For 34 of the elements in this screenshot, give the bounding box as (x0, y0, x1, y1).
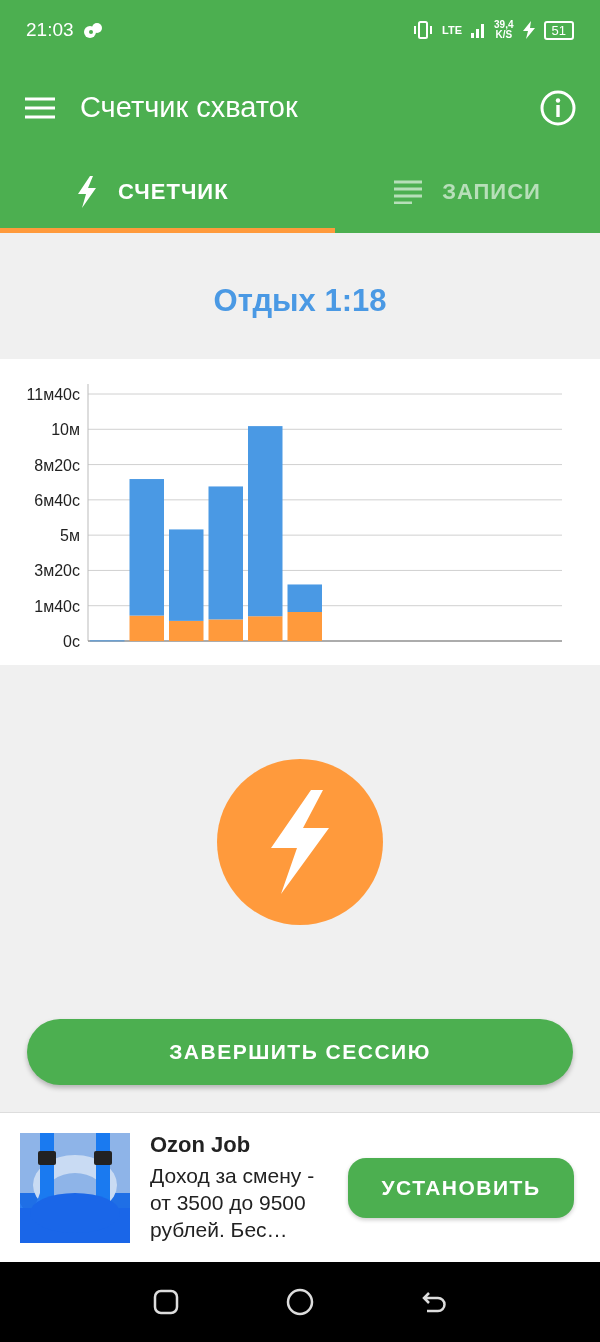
charging-icon (521, 21, 536, 39)
tab[interactable]: ЗАПИСИ (335, 155, 600, 233)
network-label: LTE (442, 24, 463, 36)
signal-icon (470, 22, 487, 38)
axis-label: 10м (51, 421, 80, 439)
axis-label: 5м (60, 527, 80, 545)
ad-title: Ozon Job (150, 1131, 252, 1158)
bar (287, 612, 322, 641)
lightning-icon (76, 175, 98, 208)
axis-label: 8м20с (34, 456, 80, 474)
app-title: Счетчик схваток (80, 91, 298, 124)
bar (287, 584, 322, 612)
notification-icon (81, 21, 104, 39)
list-icon (394, 179, 423, 204)
tab[interactable]: СЧЕТЧИК (0, 155, 335, 233)
circle-icon (286, 1288, 314, 1316)
vibrate-icon (412, 21, 435, 39)
speed-value: 39,4 (494, 20, 514, 30)
square-icon (153, 1289, 180, 1315)
axis-label: 3м20с (34, 562, 80, 580)
axis-label: 1м40с (34, 597, 80, 615)
menu-icon (24, 95, 56, 120)
axis-label: 6м40с (34, 491, 80, 509)
axis-label: 0с (63, 633, 80, 650)
rest-timer: Отдых 1:18 (213, 283, 387, 319)
speed-unit: K/S (495, 30, 513, 40)
ad-description: Доход за смену - от 3500 до 9500 рублей. Бес… (150, 1162, 316, 1244)
end-session-button[interactable]: ЗАВЕРШИТЬ СЕССИЮ (27, 1019, 573, 1085)
back-icon (420, 1290, 447, 1314)
info-icon (540, 89, 576, 126)
axis-label: 11м40с (26, 386, 80, 403)
battery-indicator: 51 (543, 20, 574, 40)
clock: 21:03 (26, 19, 74, 41)
install-button[interactable]: УСТАНОВИТЬ (348, 1157, 574, 1218)
